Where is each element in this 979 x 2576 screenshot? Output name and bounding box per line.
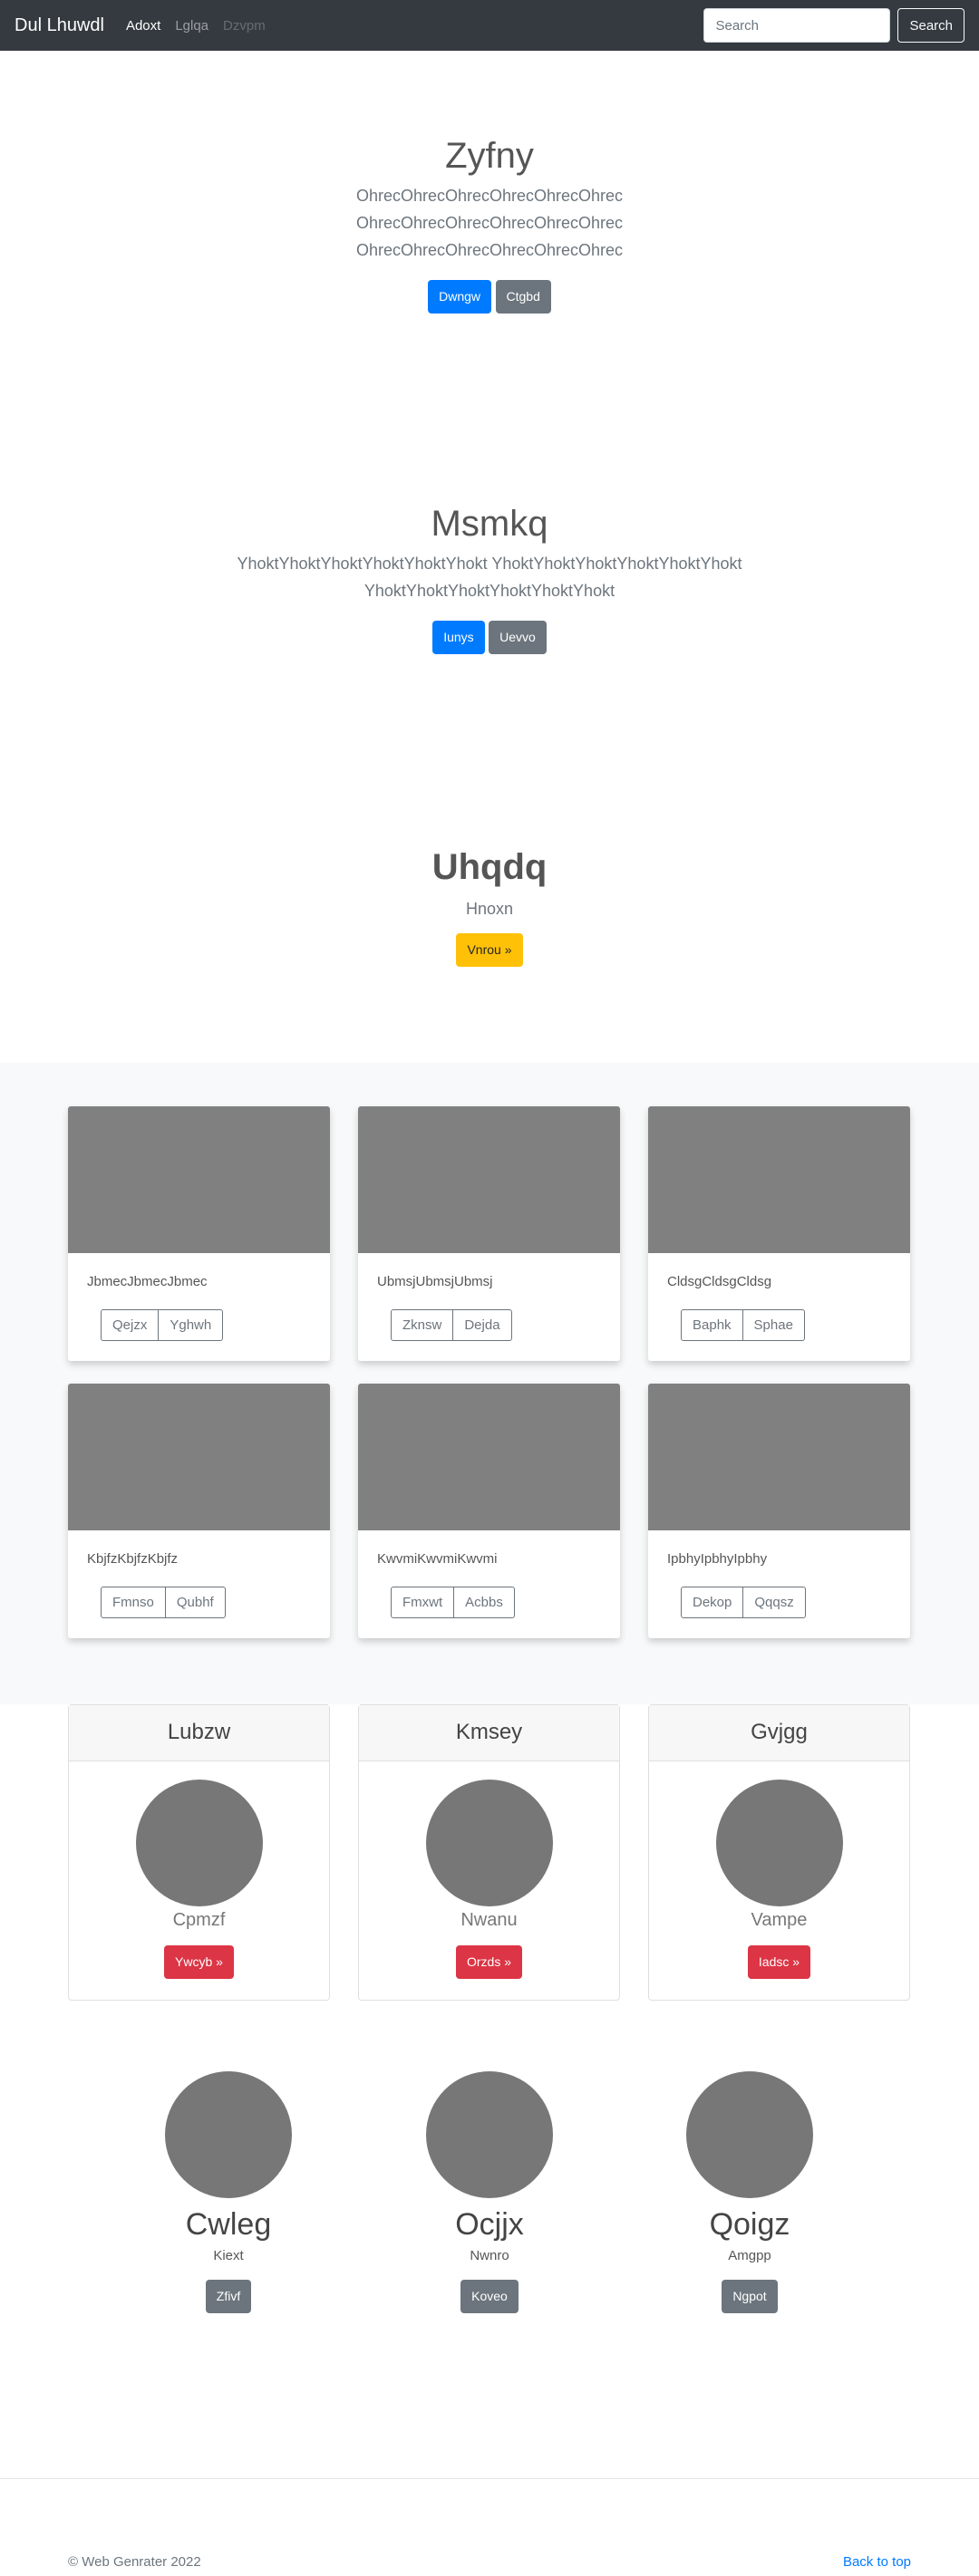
card-text: IpbhyIpbhyIpbhy: [667, 1551, 768, 1567]
feature-card-header: Kmsey: [359, 1705, 619, 1761]
hero-section-1: Zyfny OhrecOhrecOhrecOhrecOhrecOhrec Ohr…: [0, 136, 979, 314]
marketing-text: Nwnro: [470, 2248, 509, 2263]
card-button[interactable]: Dekop: [681, 1587, 744, 1618]
card-image-placeholder: [648, 1384, 910, 1530]
hero-2-line: YhoktYhoktYhoktYhoktYhoktYhokt: [363, 582, 616, 600]
card-text: UbmsjUbmsjUbmsj: [377, 1274, 493, 1289]
feature-card-image-placeholder: [715, 1780, 843, 1906]
feature-card-subtitle: Cpmzf: [172, 1910, 226, 1930]
hero-2-secondary-button[interactable]: Uevvo: [489, 621, 547, 654]
feature-card-button[interactable]: Ywcyb »: [164, 1945, 234, 1979]
card-button[interactable]: Qubhf: [165, 1587, 226, 1618]
card-button-group: Dekop Qqqsz: [681, 1587, 806, 1618]
search-button[interactable]: Search: [897, 8, 964, 43]
card-text: CldsgCldsgCldsg: [667, 1274, 772, 1289]
marketing-image-placeholder: [165, 2071, 292, 2198]
marketing-column: Qoigz Amgpp Ngpot: [641, 2071, 858, 2313]
album-card: JbmecJbmecJbmec Qejzx Yghwh: [68, 1106, 330, 1361]
feature-card-header: Gvjgg: [649, 1705, 909, 1761]
feature-card-button[interactable]: Iadsc »: [747, 1945, 811, 1979]
hero-1-line: OhrecOhrecOhrecOhrecOhrecOhrec: [355, 214, 624, 232]
card-button-group: Qejzx Yghwh: [101, 1309, 224, 1341]
card-button[interactable]: Zknsw: [391, 1309, 454, 1341]
card-text: KwvmiKwvmiKwvmi: [377, 1551, 498, 1567]
card-button[interactable]: Fmxwt: [391, 1587, 455, 1618]
hero-1-secondary-button[interactable]: Ctgbd: [495, 280, 551, 314]
hero-1-primary-button[interactable]: Dwngw: [428, 280, 492, 314]
nav-link-adoxt[interactable]: Adoxt: [126, 18, 160, 34]
album-card: KbjfzKbjfzKbjfz Fmnso Qubhf: [68, 1384, 330, 1638]
navbar: Dul Lhuwdl Adoxt Lglqa Dzvpm Search: [0, 0, 979, 51]
card-text: JbmecJbmecJbmec: [87, 1274, 208, 1289]
card-button[interactable]: Sphae: [742, 1309, 805, 1341]
album-card: KwvmiKwvmiKwvmi Fmxwt Acbbs: [358, 1384, 620, 1638]
feature-card-subtitle: Vampe: [751, 1910, 808, 1930]
hero-3-button[interactable]: Vnrou »: [456, 933, 523, 967]
card-button-group: Fmxwt Acbbs: [391, 1587, 515, 1618]
feature-card: Gvjgg Vampe Iadsc »: [648, 1704, 910, 2001]
marketing-image-placeholder: [426, 2071, 553, 2198]
footer-divider: [0, 2478, 979, 2479]
album-card: UbmsjUbmsjUbmsj Zknsw Dejda: [358, 1106, 620, 1361]
card-image-placeholder: [68, 1106, 330, 1253]
card-button[interactable]: Acbbs: [454, 1587, 515, 1618]
hero-section-3: Uhqdq Hnoxn Vnrou »: [0, 847, 979, 967]
album-card: IpbhyIpbhyIpbhy Dekop Qqqsz: [648, 1384, 910, 1638]
hero-1-line: OhrecOhrecOhrecOhrecOhrecOhrec: [355, 187, 624, 205]
feature-card: Lubzw Cpmzf Ywcyb »: [68, 1704, 330, 2001]
feature-card-button[interactable]: Orzds »: [455, 1945, 522, 1979]
feature-card: Kmsey Nwanu Orzds »: [358, 1704, 620, 2001]
card-button[interactable]: Fmnso: [101, 1587, 166, 1618]
hero-section-2: Msmkq YhoktYhoktYhoktYhoktYhoktYhokt Yho…: [0, 504, 979, 654]
navbar-brand[interactable]: Dul Lhuwdl: [15, 15, 104, 36]
hero-1-line: OhrecOhrecOhrecOhrecOhrecOhrec: [355, 241, 624, 259]
back-to-top-link[interactable]: Back to top: [843, 2554, 911, 2570]
marketing-text: Amgpp: [728, 2248, 771, 2263]
marketing-button[interactable]: Zfivf: [205, 2280, 252, 2313]
nav-link-dzvpm: Dzvpm: [223, 17, 266, 34]
marketing-button[interactable]: Koveo: [460, 2280, 519, 2313]
search-input[interactable]: [703, 8, 891, 43]
marketing-image-placeholder: [686, 2071, 813, 2198]
hero-3-subtitle: Hnoxn: [465, 900, 514, 918]
card-image-placeholder: [648, 1106, 910, 1253]
marketing-column: Cwleg Kiext Zfivf: [120, 2071, 337, 2313]
card-button-group: Zknsw Dejda: [391, 1309, 512, 1341]
card-button-group: Baphk Sphae: [681, 1309, 805, 1341]
feature-card-image-placeholder: [135, 1780, 263, 1906]
feature-card-image-placeholder: [425, 1780, 553, 1906]
card-image-placeholder: [358, 1384, 620, 1530]
card-image-placeholder: [68, 1384, 330, 1530]
card-button[interactable]: Dejda: [453, 1309, 512, 1341]
marketing-button[interactable]: Ngpot: [722, 2280, 778, 2313]
card-button[interactable]: Yghwh: [159, 1309, 224, 1341]
marketing-title: Ocjjx: [455, 2207, 524, 2242]
feature-card-header: Lubzw: [69, 1705, 329, 1761]
marketing-title: Qoigz: [709, 2207, 790, 2242]
nav-link-lglqa[interactable]: Lglqa: [175, 18, 208, 34]
card-button[interactable]: Qejzx: [101, 1309, 160, 1341]
card-button[interactable]: Qqqsz: [743, 1587, 806, 1618]
card-button-group: Fmnso Qubhf: [101, 1587, 226, 1618]
marketing-text: Kiext: [213, 2248, 244, 2263]
hero-2-title: Msmkq: [431, 504, 548, 544]
card-button[interactable]: Baphk: [681, 1309, 743, 1341]
footer-copyright: © Web Genrater 2022: [68, 2554, 201, 2570]
feature-card-subtitle: Nwanu: [460, 1910, 518, 1930]
hero-2-line: YhoktYhoktYhoktYhoktYhoktYhokt YhoktYhok…: [237, 555, 742, 573]
album-card: CldsgCldsgCldsg Baphk Sphae: [648, 1106, 910, 1361]
marketing-title: Cwleg: [185, 2207, 272, 2242]
marketing-column: Ocjjx Nwnro Koveo: [381, 2071, 598, 2313]
hero-3-title: Uhqdq: [431, 847, 548, 887]
card-image-placeholder: [358, 1106, 620, 1253]
navbar-search-form: Search: [703, 8, 964, 43]
hero-1-title: Zyfny: [445, 136, 534, 176]
hero-2-primary-button[interactable]: Iunys: [432, 621, 485, 654]
card-text: KbjfzKbjfzKbjfz: [87, 1551, 179, 1567]
